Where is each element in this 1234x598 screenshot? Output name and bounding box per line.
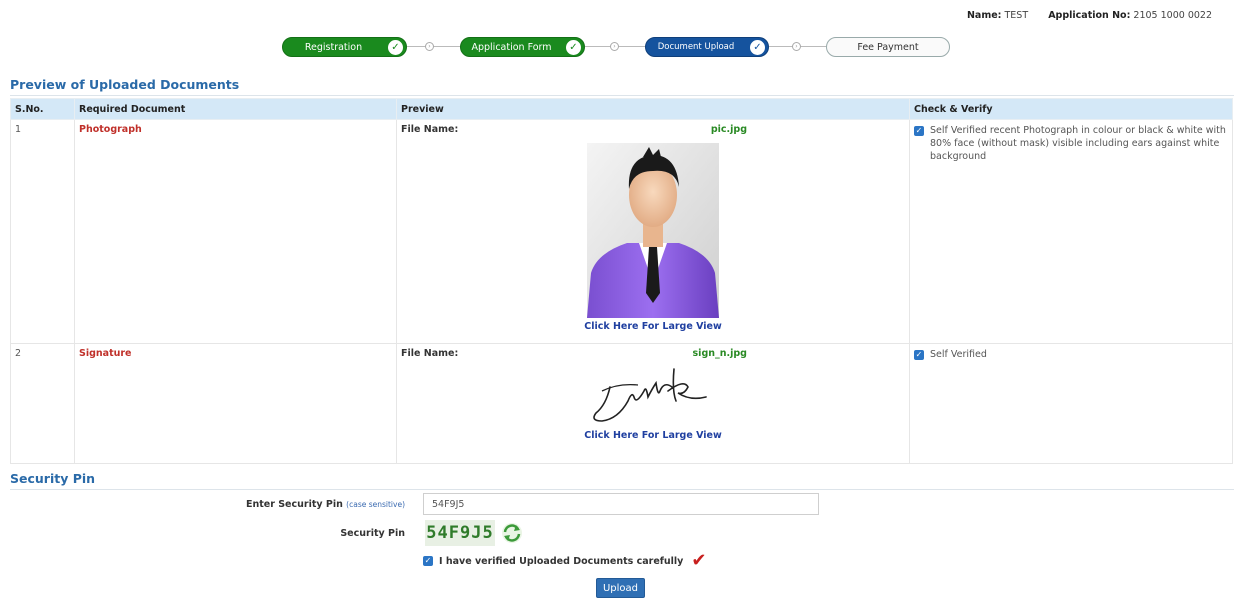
document-name: Photograph — [79, 124, 142, 135]
progress-stepper: Registration ✓ › Application Form ✓ › Do… — [282, 37, 952, 57]
checkbox-checked-icon[interactable]: ✓ — [914, 126, 924, 136]
photograph-preview-image[interactable] — [587, 143, 719, 318]
chevron-right-icon: › — [792, 42, 801, 51]
applicant-info: Name: TEST Application No: 2105 1000 002… — [967, 10, 1212, 21]
step-application-form-label: Application Form — [471, 41, 552, 53]
large-view-link[interactable]: Click Here For Large View — [401, 321, 905, 332]
step-application-form[interactable]: Application Form ✓ — [460, 37, 585, 57]
row-sno: 2 — [10, 343, 75, 464]
name-label: Name: — [966, 10, 1002, 21]
security-pin-label: Security Pin — [340, 528, 405, 539]
step-fee-payment[interactable]: Fee Payment — [826, 37, 950, 57]
verify-photograph[interactable]: ✓ Self Verified recent Photograph in col… — [914, 124, 1228, 163]
security-pin-input[interactable]: 54F9J5 — [423, 493, 819, 515]
chevron-right-icon: › — [610, 42, 619, 51]
checkbox-checked-icon[interactable]: ✓ — [423, 556, 433, 566]
documents-table: S.No. Required Document Preview Check & … — [10, 98, 1233, 464]
file-name-row: File Name: pic.jpg — [401, 124, 747, 135]
application-no-value: 2105 1000 0022 — [1133, 10, 1212, 21]
signature-preview-image[interactable] — [588, 361, 718, 427]
section-divider — [10, 489, 1234, 490]
table-row: 1 Photograph File Name: pic.jpg Click He… — [10, 119, 1233, 344]
security-section-title: Security Pin — [10, 471, 96, 486]
col-check-verify: Check & Verify — [909, 98, 1233, 120]
step-registration-label: Registration — [304, 41, 363, 53]
col-sno: S.No. — [10, 98, 75, 120]
file-name-row: File Name: sign_n.jpg — [401, 348, 747, 359]
checkbox-checked-icon[interactable]: ✓ — [914, 350, 924, 360]
check-icon: ✓ — [566, 40, 581, 55]
step-document-upload[interactable]: Document Upload ✓ — [645, 37, 769, 57]
captcha-image: 54F9J5 — [425, 520, 495, 546]
preview-section-title: Preview of Uploaded Documents — [10, 77, 240, 92]
application-no-label: Application No: — [1048, 10, 1131, 21]
upload-button[interactable]: Upload — [596, 578, 645, 598]
check-icon: ✓ — [750, 40, 765, 55]
verified-documents-checkbox[interactable]: ✓ I have verified Uploaded Documents car… — [423, 550, 707, 571]
check-icon: ✓ — [388, 40, 403, 55]
step-fee-payment-label: Fee Payment — [857, 41, 919, 53]
col-required-document: Required Document — [74, 98, 397, 120]
security-pin-input-label: Enter Security Pin (case sensitive) — [245, 499, 405, 510]
col-preview: Preview — [396, 98, 910, 120]
large-view-link[interactable]: Click Here For Large View — [401, 430, 905, 441]
table-header-row: S.No. Required Document Preview Check & … — [10, 98, 1233, 120]
case-sensitive-note: (case sensitive) — [346, 500, 405, 509]
step-document-upload-label: Document Upload — [657, 42, 735, 52]
row-sno: 1 — [10, 119, 75, 344]
file-name-value: sign_n.jpg — [692, 348, 747, 359]
verify-signature[interactable]: ✓ Self Verified — [914, 348, 1228, 361]
red-check-icon: ✔ — [691, 550, 707, 571]
name-value: TEST — [1004, 10, 1029, 21]
section-divider — [10, 95, 1234, 96]
document-name: Signature — [79, 348, 132, 359]
file-name-value: pic.jpg — [710, 124, 747, 135]
chevron-right-icon: › — [425, 42, 434, 51]
refresh-captcha-icon[interactable] — [501, 522, 523, 544]
step-registration[interactable]: Registration ✓ — [282, 37, 407, 57]
table-row: 2 Signature File Name: sign_n.jpg Click … — [10, 343, 1233, 464]
